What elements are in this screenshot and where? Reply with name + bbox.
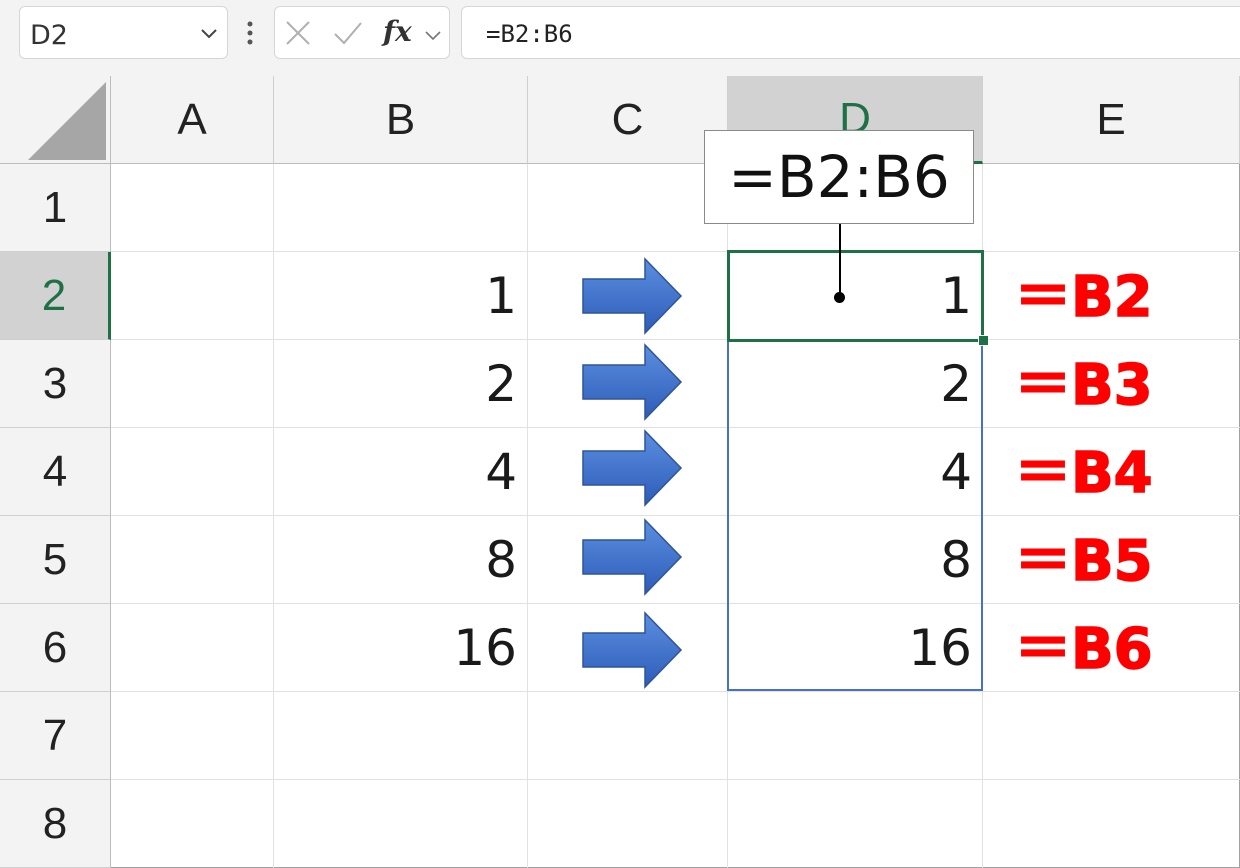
- cell-b4[interactable]: 4: [273, 428, 517, 516]
- fill-handle[interactable]: [978, 335, 989, 346]
- chevron-down-icon[interactable]: [425, 31, 441, 41]
- row-header-4[interactable]: 4: [0, 428, 111, 516]
- reference-annotation: ＝B3: [1014, 352, 1153, 419]
- column-label: C: [611, 94, 644, 144]
- select-all-icon: [28, 82, 106, 160]
- right-arrow-icon: [582, 343, 683, 421]
- more-options-icon[interactable]: [246, 20, 254, 46]
- select-all-button[interactable]: [0, 76, 111, 164]
- row-header-8[interactable]: 8: [0, 780, 111, 868]
- column-header-b[interactable]: B: [274, 76, 528, 164]
- callout-leader-line: [839, 224, 841, 297]
- formula-buttons: fx: [274, 6, 450, 59]
- row-label: 2: [41, 270, 67, 320]
- row-label: 5: [42, 534, 68, 584]
- name-box[interactable]: D2: [19, 6, 228, 59]
- column-label: B: [385, 94, 416, 144]
- cell-d2[interactable]: 1: [728, 252, 972, 340]
- row-label: 6: [42, 622, 68, 672]
- row-label: 3: [42, 358, 68, 408]
- cell-d5[interactable]: 8: [728, 516, 972, 604]
- column-header-e[interactable]: E: [983, 76, 1240, 164]
- cell-b2[interactable]: 1: [273, 252, 517, 340]
- row-header-7[interactable]: 7: [0, 692, 111, 780]
- reference-annotation: ＝B6: [1014, 616, 1153, 683]
- cell-d4[interactable]: 4: [728, 428, 972, 516]
- gridline: [527, 164, 528, 868]
- cell-d3[interactable]: 2: [728, 340, 972, 428]
- column-label: A: [177, 94, 207, 144]
- right-arrow-icon: [582, 518, 683, 596]
- row-label: 4: [42, 446, 68, 496]
- column-header-c[interactable]: C: [528, 76, 728, 164]
- chevron-down-icon[interactable]: [201, 29, 217, 39]
- row-header-1[interactable]: 1: [0, 164, 111, 252]
- right-arrow-icon: [582, 257, 683, 335]
- right-arrow-icon: [582, 611, 683, 689]
- column-header-a[interactable]: A: [111, 76, 274, 164]
- row-header-2[interactable]: 2: [0, 252, 111, 340]
- formula-text: =B2:B6: [486, 20, 573, 48]
- column-label: E: [1096, 94, 1126, 144]
- row-header-6[interactable]: 6: [0, 604, 111, 692]
- cell-b5[interactable]: 8: [273, 516, 517, 604]
- callout-text: =B2:B6: [728, 143, 950, 211]
- insert-function-button[interactable]: fx: [383, 15, 412, 48]
- formula-callout: =B2:B6: [704, 130, 974, 224]
- row-header-5[interactable]: 5: [0, 516, 111, 604]
- callout-leader-dot: [834, 292, 845, 303]
- cancel-icon[interactable]: [285, 20, 311, 46]
- row-label: 7: [42, 710, 68, 760]
- cell-b6[interactable]: 16: [273, 604, 517, 692]
- reference-annotation: ＝B4: [1014, 440, 1153, 507]
- name-box-value: D2: [30, 20, 68, 51]
- gridline: [111, 779, 1240, 780]
- reference-annotation: ＝B5: [1014, 528, 1153, 595]
- enter-check-icon[interactable]: [333, 20, 363, 46]
- formula-input[interactable]: =B2:B6: [461, 6, 1240, 59]
- cell-d6[interactable]: 16: [728, 604, 972, 692]
- reference-annotation: ＝B2: [1014, 264, 1153, 331]
- row-header-3[interactable]: 3: [0, 340, 111, 428]
- row-label: 8: [42, 798, 68, 848]
- right-arrow-icon: [582, 429, 683, 507]
- cell-b3[interactable]: 2: [273, 340, 517, 428]
- row-label: 1: [42, 182, 68, 232]
